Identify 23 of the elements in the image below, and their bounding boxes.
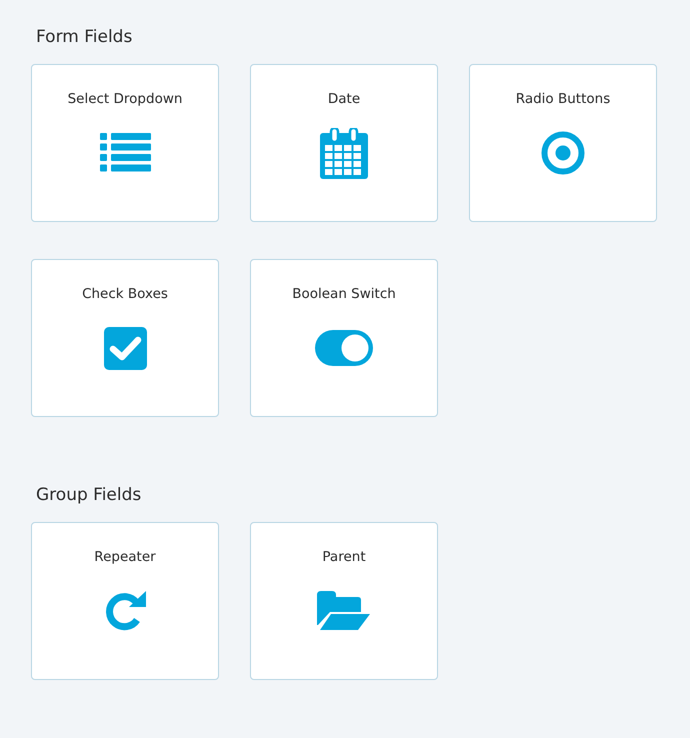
checkbox-icon: [104, 326, 146, 370]
card-label: Check Boxes: [82, 286, 168, 302]
radio-icon: [541, 131, 585, 175]
card-label: Radio Buttons: [516, 91, 610, 107]
field-type-card[interactable]: Date: [250, 64, 438, 222]
refresh-icon: [103, 589, 147, 633]
card-label: Date: [328, 91, 360, 107]
field-type-card[interactable]: Radio Buttons: [469, 64, 657, 222]
calendar-icon: [320, 128, 368, 178]
field-type-card[interactable]: Select Dropdown: [31, 64, 219, 222]
field-type-card[interactable]: Boolean Switch: [250, 259, 438, 417]
section-heading: Form Fields: [36, 27, 134, 47]
card-label: Select Dropdown: [68, 91, 182, 107]
list-icon: [100, 133, 150, 173]
card-label: Repeater: [94, 549, 156, 565]
field-type-card[interactable]: Parent: [250, 522, 438, 680]
folder-icon: [317, 591, 371, 631]
section-heading: Group Fields: [36, 485, 142, 505]
field-type-card[interactable]: Repeater: [31, 522, 219, 680]
card-label: Boolean Switch: [292, 286, 396, 302]
toggle-icon: [315, 330, 373, 366]
field-type-card[interactable]: Check Boxes: [31, 259, 219, 417]
card-label: Parent: [322, 549, 366, 565]
